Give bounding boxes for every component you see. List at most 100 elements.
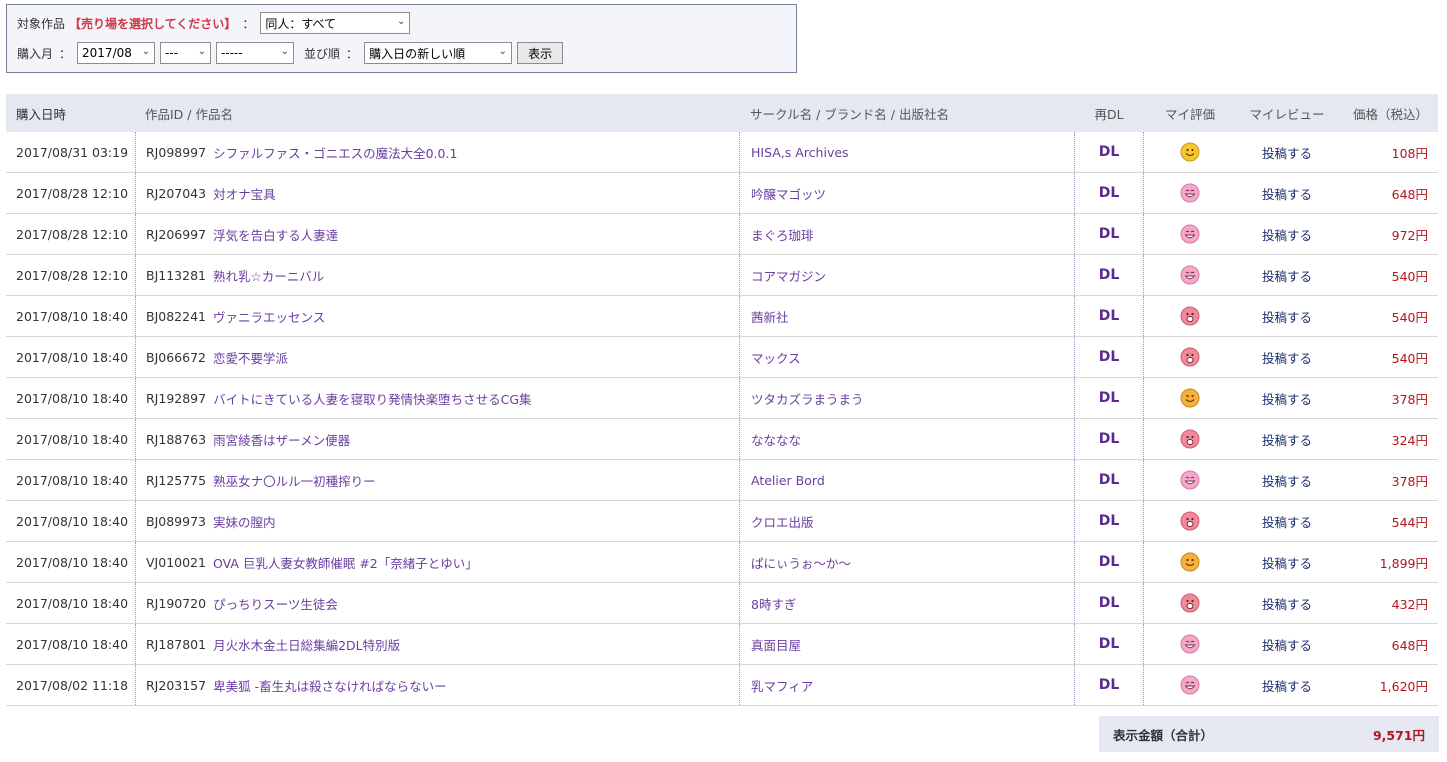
work-name-link[interactable]: OVA 巨乳人妻女教師催眠 #2「奈緒子とゆい」 [213, 553, 478, 572]
work-cell: RJ206997 浮気を告白する人妻達 [135, 214, 739, 254]
circle-name-link[interactable]: なななな [751, 430, 801, 449]
redownload-link[interactable]: DL [1099, 390, 1120, 406]
work-name-link[interactable]: 月火水木金土日総集編2DL特別版 [213, 635, 400, 654]
circle-name-link[interactable]: 茜新社 [751, 307, 789, 326]
work-name-link[interactable]: 浮気を告白する人妻達 [213, 225, 338, 244]
sort-select[interactable]: 購入日の新しい順 ⌄ [364, 42, 513, 64]
circle-name-link[interactable]: Atelier Bord [751, 473, 825, 488]
post-review-link[interactable]: 投稿する [1262, 184, 1312, 203]
work-name-link[interactable]: 恋愛不要学派 [213, 348, 288, 367]
redownload-link[interactable]: DL [1099, 431, 1120, 447]
review-cell: 投稿する [1236, 665, 1338, 705]
review-cell: 投稿する [1236, 255, 1338, 295]
circle-name-link[interactable]: コアマガジン [751, 266, 826, 285]
rating-face-icon[interactable] [1144, 583, 1236, 623]
circle-name-link[interactable]: クロエ出版 [751, 512, 814, 531]
work-name-link[interactable]: ぴっちりスーツ生徒会 [213, 594, 338, 613]
circle-cell: なななな [739, 419, 1074, 459]
rating-face-icon[interactable] [1144, 624, 1236, 664]
rating-face-icon[interactable] [1144, 460, 1236, 500]
post-review-link[interactable]: 投稿する [1262, 348, 1312, 367]
rating-face-icon[interactable] [1144, 378, 1236, 418]
work-name-link[interactable]: シファルファス・ゴニエスの魔法大全0.0.1 [213, 143, 457, 162]
circle-name-link[interactable]: 真面目屋 [751, 635, 801, 654]
review-cell: 投稿する [1236, 624, 1338, 664]
post-review-link[interactable]: 投稿する [1262, 676, 1312, 695]
work-name-link[interactable]: 熟れ乳☆カーニバル [213, 266, 324, 285]
post-review-link[interactable]: 投稿する [1262, 471, 1312, 490]
circle-name-link[interactable]: マックス [751, 348, 801, 367]
redownload-link[interactable]: DL [1099, 513, 1120, 529]
rating-face-icon[interactable] [1144, 132, 1236, 172]
rating-face-icon[interactable] [1144, 501, 1236, 541]
redownload-link[interactable]: DL [1099, 308, 1120, 324]
price: 972円 [1391, 227, 1428, 243]
price: 540円 [1391, 309, 1428, 325]
table-header: 購入日時 作品ID / 作品名 サークル名 / ブランド名 / 出版社名 再DL… [6, 94, 1438, 132]
work-name-link[interactable]: 実妹の膣内 [213, 512, 276, 531]
circle-name-link[interactable]: HISA,s Archives [751, 145, 849, 160]
rating-face-icon[interactable] [1144, 173, 1236, 213]
rating-face-icon[interactable] [1144, 214, 1236, 254]
rating-face-icon[interactable] [1144, 337, 1236, 377]
redownload-link[interactable]: DL [1099, 144, 1120, 160]
rating-face-icon[interactable] [1144, 255, 1236, 295]
work-id: RJ203157 [146, 677, 207, 693]
post-review-link[interactable]: 投稿する [1262, 307, 1312, 326]
post-review-link[interactable]: 投稿する [1262, 143, 1312, 162]
redownload-link[interactable]: DL [1099, 349, 1120, 365]
rating-face-icon[interactable] [1144, 296, 1236, 336]
work-name-link[interactable]: 対オナ宝具 [213, 184, 276, 203]
show-button[interactable]: 表示 [517, 42, 564, 64]
purchase-date: 2017/08/28 12:10 [16, 226, 129, 242]
redownload-link[interactable]: DL [1099, 226, 1120, 242]
header-date: 購入日時 [16, 106, 67, 122]
price: 648円 [1391, 637, 1428, 653]
redownload-link[interactable]: DL [1099, 472, 1120, 488]
review-cell: 投稿する [1236, 583, 1338, 623]
table-row: 2017/08/10 18:40 RJ125775 熟巫女ナ〇ルル一初種搾りー Ate… [6, 460, 1438, 501]
post-review-link[interactable]: 投稿する [1262, 389, 1312, 408]
circle-cell: 真面目屋 [739, 624, 1074, 664]
circle-name-link[interactable]: 8時すぎ [751, 594, 796, 613]
work-id: RJ098997 [146, 144, 207, 160]
extra-select[interactable]: ----- ⌄ [216, 42, 295, 64]
rating-face-icon[interactable] [1144, 419, 1236, 459]
post-review-link[interactable]: 投稿する [1262, 225, 1312, 244]
work-id: RJ187801 [146, 636, 207, 652]
redownload-link[interactable]: DL [1099, 677, 1120, 693]
redownload-link[interactable]: DL [1099, 595, 1120, 611]
work-name-link[interactable]: 雨宮綾香はザーメン便器 [213, 430, 350, 449]
circle-name-link[interactable]: 吟醸マゴッツ [751, 184, 826, 203]
post-review-link[interactable]: 投稿する [1262, 512, 1312, 531]
review-cell: 投稿する [1236, 460, 1338, 500]
post-review-link[interactable]: 投稿する [1262, 266, 1312, 285]
circle-name-link[interactable]: ぱにぃうぉ〜か〜 [751, 553, 851, 572]
circle-name-link[interactable]: 乳マフィア [751, 676, 813, 695]
redownload-link[interactable]: DL [1099, 267, 1120, 283]
post-review-link[interactable]: 投稿する [1262, 430, 1312, 449]
redownload-link[interactable]: DL [1099, 636, 1120, 652]
table-row: 2017/08/10 18:40 BJ082241 ヴァニラエッセンス 茜新社 DL 投稿… [6, 296, 1438, 337]
chevron-down-icon: ⌄ [280, 46, 290, 57]
work-name-link[interactable]: ヴァニラエッセンス [213, 307, 325, 326]
month-select[interactable]: 2017/08 ⌄ [77, 42, 156, 64]
circle-name-link[interactable]: まぐろ珈琲 [751, 225, 814, 244]
work-name-link[interactable]: 熟巫女ナ〇ルル一初種搾りー [213, 471, 376, 490]
redownload-link[interactable]: DL [1099, 185, 1120, 201]
post-review-link[interactable]: 投稿する [1262, 635, 1312, 654]
rating-face-icon[interactable] [1144, 665, 1236, 705]
target-select[interactable]: 同人：すべて ⌄ [260, 12, 411, 34]
work-id: BJ089973 [146, 513, 206, 529]
post-review-link[interactable]: 投稿する [1262, 553, 1312, 572]
chevron-down-icon: ⌄ [498, 46, 508, 57]
day-select[interactable]: --- ⌄ [160, 42, 212, 64]
work-cell: BJ089973 実妹の膣内 [135, 501, 739, 541]
work-id: RJ192897 [146, 390, 207, 406]
post-review-link[interactable]: 投稿する [1262, 594, 1312, 613]
work-name-link[interactable]: バイトにきている人妻を寝取り発情快楽堕ちさせるCG集 [213, 389, 531, 408]
work-name-link[interactable]: 卑美狐 -畜生丸は殺さなければならないー [213, 676, 447, 695]
rating-face-icon[interactable] [1144, 542, 1236, 582]
redownload-link[interactable]: DL [1099, 554, 1120, 570]
circle-name-link[interactable]: ツタカズラまうまう [751, 389, 864, 408]
